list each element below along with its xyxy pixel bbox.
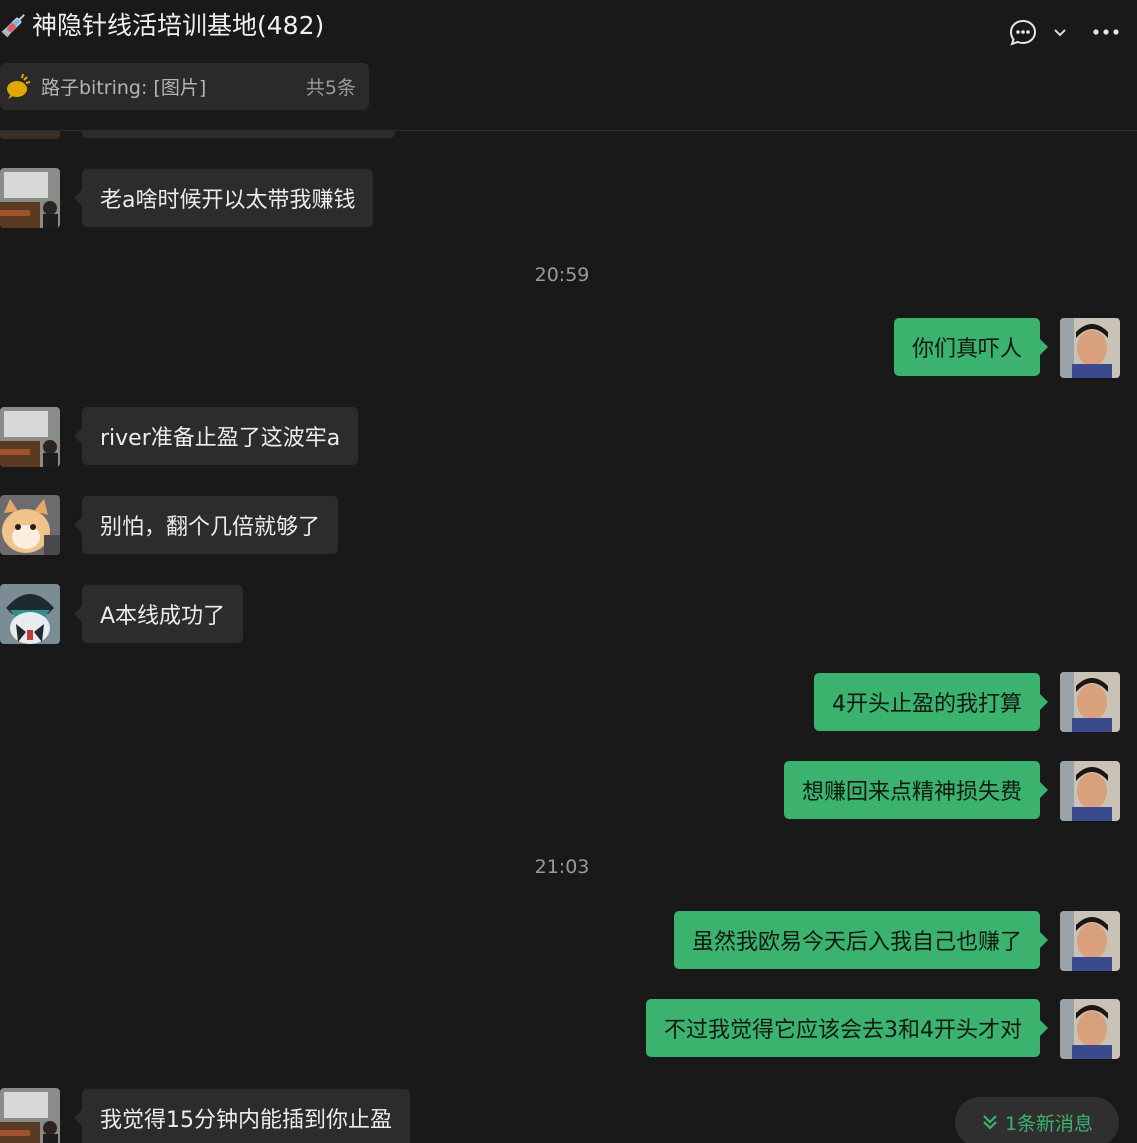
message-text: 虽然我欧易今天后入我自己也赚了: [691, 930, 1022, 955]
message-bubble[interactable]: 不过我觉得它应该会去3和4开头才对: [646, 999, 1048, 1057]
message-bubble[interactable]: 4开头止盈的我打算: [814, 673, 1048, 731]
message-text: A本线成功了: [100, 604, 226, 629]
new-messages-button[interactable]: 1条新消息: [955, 1097, 1119, 1143]
avatar[interactable]: [1060, 999, 1120, 1059]
timestamp: 21:03: [534, 856, 590, 878]
avatar[interactable]: [1060, 318, 1120, 378]
message-text: 我觉得15分钟内能插到你止盈: [100, 1108, 392, 1133]
message-text: 想赚回来点精神损失费: [801, 780, 1022, 805]
message-text: river准备止盈了这波牢a: [100, 426, 341, 451]
pinned-message-bar[interactable]: 路子bitring: [图片] 共5条: [0, 63, 369, 110]
title-bar: 神隐针线活培训基地(482): [0, 4, 324, 44]
timestamp: 20:59: [534, 264, 590, 286]
message-bubble[interactable]: 你们真吓人: [893, 318, 1049, 376]
avatar[interactable]: [0, 407, 60, 467]
message-bubble[interactable]: 我觉得15分钟内能插到你止盈: [74, 1089, 410, 1143]
chat-bubble-icon[interactable]: [1008, 18, 1038, 48]
double-chevron-down-icon: [983, 1115, 997, 1130]
chevron-down-icon[interactable]: [1050, 24, 1070, 42]
message-text: 4开头止盈的我打算: [832, 692, 1022, 717]
message-bubble[interactable]: 想赚回来点精神损失费: [783, 761, 1049, 819]
chat-header: 神隐针线活培训基地(482) 路子bitring: [图片] 共5条: [0, 0, 1137, 131]
chat-title: 神隐针线活培训基地(482): [32, 11, 325, 40]
message-list[interactable]: 老a啥时候开以太带我赚钱 20:59 你们真吓人 river准备止盈了这波牢a …: [0, 0, 1137, 1143]
message-text: 你们真吓人: [911, 337, 1022, 362]
pinned-message-text: 路子bitring: [图片]: [41, 77, 207, 99]
message-text: 别怕，翻个几倍就够了: [100, 515, 321, 540]
avatar[interactable]: [0, 495, 60, 555]
chat-window: 老a啥时候开以太带我赚钱 20:59 你们真吓人 river准备止盈了这波牢a …: [0, 0, 1137, 1143]
message-text: 老a啥时候开以太带我赚钱: [100, 188, 356, 213]
avatar[interactable]: [1060, 761, 1120, 821]
avatar[interactable]: [0, 1088, 60, 1143]
message-text: 不过我觉得它应该会去3和4开头才对: [664, 1018, 1022, 1043]
avatar[interactable]: [1060, 911, 1120, 971]
pinned-message-count: 共5条: [305, 77, 356, 99]
message-bubble[interactable]: 老a啥时候开以太带我赚钱: [73, 169, 374, 227]
message-bubble[interactable]: A本线成功了: [73, 585, 244, 643]
avatar[interactable]: [1060, 672, 1120, 732]
more-icon[interactable]: [1090, 20, 1122, 44]
syringe-icon: [1, 14, 25, 38]
new-messages-label: 1条新消息: [1004, 1112, 1094, 1135]
message-bubble[interactable]: 别怕，翻个几倍就够了: [73, 496, 339, 554]
announcement-icon: [7, 73, 31, 99]
avatar[interactable]: [0, 584, 60, 644]
message-bubble[interactable]: river准备止盈了这波牢a: [73, 407, 359, 465]
message-bubble[interactable]: 虽然我欧易今天后入我自己也赚了: [673, 911, 1049, 969]
avatar[interactable]: [0, 168, 60, 228]
